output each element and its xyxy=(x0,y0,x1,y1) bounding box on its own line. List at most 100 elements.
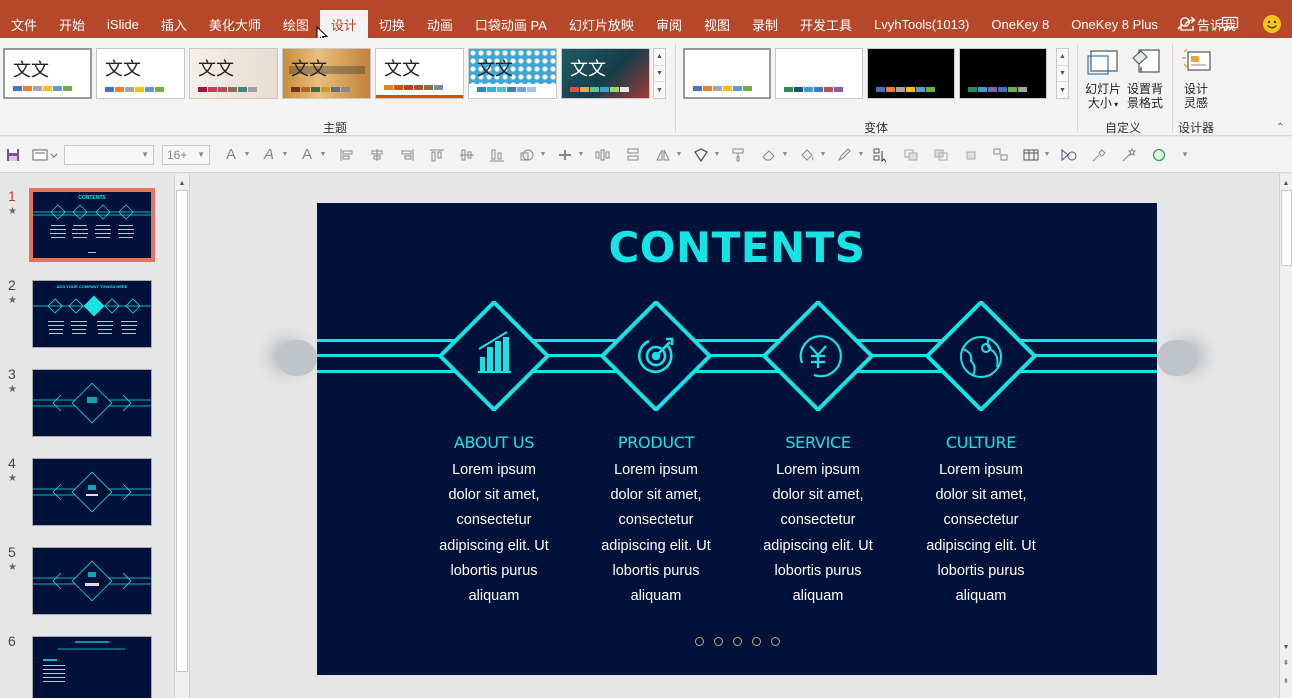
theme-office[interactable]: 文文 xyxy=(3,48,92,99)
slide-thumbnail-3[interactable] xyxy=(32,369,152,437)
font-name-combo[interactable]: ▼ xyxy=(64,144,154,165)
eyedropper-icon[interactable] xyxy=(1088,145,1110,165)
collapse-ribbon-icon[interactable]: ⌃ xyxy=(1276,122,1284,133)
chevron-down-icon[interactable]: ▼ xyxy=(576,145,586,165)
current-slide[interactable]: CONTENTS ABOUT US Lorem ipsum dolor sit … xyxy=(257,203,1217,675)
table-icon[interactable] xyxy=(1020,145,1042,165)
previous-slide-icon[interactable]: ⇞ xyxy=(1280,656,1292,670)
theme-gallery-scroll[interactable]: ▲ ▼ ▼ xyxy=(653,48,666,99)
distribute-icon[interactable] xyxy=(592,145,614,165)
theme-blue-pattern[interactable]: 文文 xyxy=(468,48,557,99)
next-slide-icon[interactable]: ⇟ xyxy=(1280,674,1292,688)
layout-icon[interactable] xyxy=(30,145,60,165)
scroll-down-icon[interactable]: ▼ xyxy=(1280,640,1292,654)
send-backward-icon[interactable] xyxy=(930,145,952,165)
font-size-combo[interactable]: 16+ ▼ xyxy=(162,144,210,165)
slide-thumbnail-item[interactable]: 2 ★ ADD YOUR COMPANY THINGS HERE xyxy=(0,263,175,348)
slide-thumbnail-item[interactable]: 3 ★ xyxy=(0,352,175,437)
column-heading[interactable]: SERVICE xyxy=(748,433,888,452)
align-top-icon[interactable] xyxy=(426,145,448,165)
chevron-down-icon[interactable]: ▼ xyxy=(280,145,290,165)
slide-thumbnail-item[interactable]: 5 ★ xyxy=(0,530,175,615)
flip-icon[interactable] xyxy=(652,145,674,165)
variant-1[interactable] xyxy=(683,48,771,99)
scroll-up-icon[interactable]: ▲ xyxy=(1057,49,1068,66)
chevron-down-icon[interactable]: ▼ xyxy=(780,145,790,165)
chevron-down-icon[interactable]: ▼ xyxy=(856,145,866,165)
slide-thumbnail-item[interactable]: 1 ★ CONTENTS xyxy=(0,174,175,262)
shape-fill-circle-icon[interactable] xyxy=(1148,145,1170,165)
magic-wand-icon[interactable] xyxy=(1118,145,1140,165)
slide-title[interactable]: CONTENTS xyxy=(317,223,1157,272)
align-middle-icon[interactable] xyxy=(456,145,478,165)
slide-size-button[interactable]: 幻灯片 大小 ▾ xyxy=(1081,48,1125,112)
slide-thumbnail-1[interactable]: CONTENTS xyxy=(29,188,155,262)
slide-thumbnail-5[interactable] xyxy=(32,547,152,615)
column-body[interactable]: Lorem ipsum dolor sit amet, consectetur adi… xyxy=(748,458,888,609)
editor-scrollbar[interactable]: ▲ ▼ ⇞ ⇟ xyxy=(1279,174,1292,698)
chevron-down-icon[interactable]: ▼ xyxy=(538,145,548,165)
variant-gallery-scroll[interactable]: ▲ ▼ ▼ xyxy=(1056,48,1069,99)
chevron-down-icon[interactable]: ▼ xyxy=(242,145,252,165)
customize-toolbar-icon[interactable]: ▾ xyxy=(1178,145,1192,165)
design-ideas-button[interactable]: 设计 灵感 xyxy=(1174,48,1218,110)
scroll-up-icon[interactable]: ▲ xyxy=(654,49,665,66)
outline-pen-icon[interactable] xyxy=(834,145,856,165)
save-icon[interactable] xyxy=(4,145,22,165)
crop-icon[interactable] xyxy=(960,145,982,165)
scroll-down-icon[interactable]: ▼ xyxy=(654,66,665,83)
theme-dark-teal[interactable]: 文文 xyxy=(561,48,650,99)
share-icon[interactable] xyxy=(1178,14,1198,34)
scrollbar-thumb[interactable] xyxy=(176,190,188,672)
thumbnail-scrollbar[interactable]: ▲ xyxy=(174,174,189,698)
fill-bucket-icon[interactable] xyxy=(796,145,818,165)
variant-2[interactable] xyxy=(775,48,863,99)
slide-thumbnail-2[interactable]: ADD YOUR COMPANY THINGS HERE xyxy=(32,280,152,348)
comments-icon[interactable] xyxy=(1220,14,1240,34)
format-painter-icon[interactable] xyxy=(728,145,750,165)
align-left-icon[interactable] xyxy=(336,145,358,165)
column-heading[interactable]: CULTURE xyxy=(911,433,1051,452)
theme-office-2[interactable]: 文文 xyxy=(96,48,185,99)
chevron-down-icon[interactable]: ▼ xyxy=(712,145,722,165)
scrollbar-thumb[interactable] xyxy=(1281,190,1292,266)
chevron-down-icon[interactable]: ▼ xyxy=(1042,145,1052,165)
slide-thumbnail-6[interactable] xyxy=(32,636,152,698)
column-body[interactable]: Lorem ipsum dolor sit amet, consectetur adi… xyxy=(911,458,1051,609)
merge-shapes-icon[interactable] xyxy=(554,145,576,165)
group-icon[interactable] xyxy=(622,145,644,165)
theme-wood[interactable]: 文文 xyxy=(189,48,278,99)
format-background-button[interactable]: 设置背 景格式 xyxy=(1123,48,1167,110)
chevron-down-icon[interactable]: ▼ xyxy=(818,145,828,165)
theme-orange-line[interactable]: 文文 xyxy=(375,48,464,99)
scroll-up-icon[interactable]: ▲ xyxy=(1280,176,1292,190)
shape-icon[interactable] xyxy=(516,145,538,165)
text-effect-icon[interactable]: A xyxy=(258,145,280,165)
animation-painter-icon[interactable] xyxy=(1058,145,1080,165)
column-body[interactable]: Lorem ipsum dolor sit amet, consectetur adi… xyxy=(586,458,726,609)
align-center-icon[interactable] xyxy=(366,145,388,165)
column-heading[interactable]: ABOUT US xyxy=(424,433,564,452)
align-right-icon[interactable] xyxy=(396,145,418,165)
selection-pane-icon[interactable] xyxy=(870,145,892,165)
scroll-down-icon[interactable]: ▼ xyxy=(1057,66,1068,83)
chevron-down-icon[interactable]: ▼ xyxy=(318,145,328,165)
eraser-icon[interactable] xyxy=(758,145,780,165)
column-heading[interactable]: PRODUCT xyxy=(586,433,726,452)
theme-ink[interactable]: 文文 xyxy=(282,48,371,99)
bring-forward-icon[interactable] xyxy=(900,145,922,165)
font-color-icon[interactable]: A xyxy=(220,145,242,165)
column-body[interactable]: Lorem ipsum dolor sit amet, consectetur adi… xyxy=(424,458,564,609)
slide-thumbnail-4[interactable] xyxy=(32,458,152,526)
group-objects-icon[interactable] xyxy=(990,145,1012,165)
gallery-expand-icon[interactable]: ▼ xyxy=(1057,82,1068,98)
scroll-up-icon[interactable]: ▲ xyxy=(176,176,188,190)
align-bottom-icon[interactable] xyxy=(486,145,508,165)
select-shape-icon[interactable] xyxy=(690,145,712,165)
variant-3[interactable] xyxy=(867,48,955,99)
gallery-expand-icon[interactable]: ▼ xyxy=(654,82,665,98)
smiley-feedback-icon[interactable] xyxy=(1262,14,1282,34)
slide-thumbnail-item[interactable]: 4 ★ xyxy=(0,441,175,526)
text-outline-icon[interactable]: A xyxy=(296,145,318,165)
variant-4[interactable] xyxy=(959,48,1047,99)
